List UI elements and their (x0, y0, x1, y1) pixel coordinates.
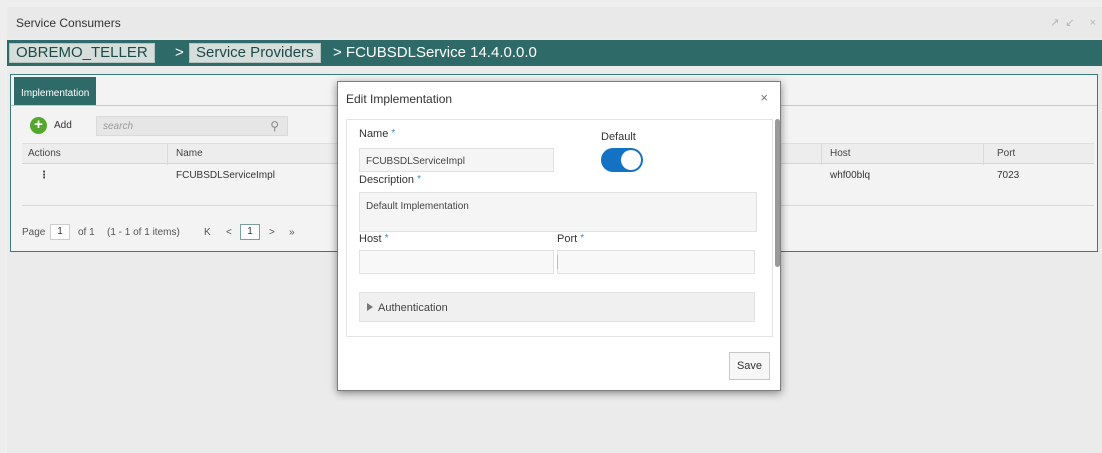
title-bar: Service Consumers ↗↙ × (7, 7, 1102, 37)
name-field[interactable]: FCUBSDLServiceImpl (359, 148, 554, 172)
host-field[interactable] (359, 250, 554, 274)
row-name: FCUBSDLServiceImpl (176, 170, 275, 181)
last-page-button[interactable]: » (289, 227, 295, 238)
add-label: Add (54, 120, 72, 131)
page-count: of 1 (78, 227, 95, 238)
name-label: Name * (359, 128, 396, 140)
save-button[interactable]: Save (729, 352, 770, 380)
search-input[interactable]: search ⚲ (96, 116, 288, 136)
dialog-form: Name * FCUBSDLServiceImpl Default Descri… (346, 119, 773, 337)
column-divider (167, 144, 168, 165)
breadcrumb-separator: > (175, 44, 184, 61)
required-marker: * (417, 174, 421, 185)
search-icon[interactable]: ⚲ (270, 119, 279, 133)
port-label: Port * (557, 233, 585, 245)
column-divider (821, 144, 822, 165)
first-page-button[interactable]: K (204, 227, 211, 238)
page-label: Page (22, 227, 46, 238)
breadcrumb-root[interactable]: OBREMO_TELLER (9, 43, 155, 63)
default-label: Default (601, 131, 636, 143)
add-icon: + (30, 117, 47, 134)
row-host: whf00blq (830, 170, 871, 181)
window-title: Service Consumers (16, 16, 121, 30)
description-field[interactable]: Default Implementation (359, 192, 757, 232)
items-summary: (1 - 1 of 1 items) (107, 227, 180, 238)
column-divider (983, 144, 984, 165)
breadcrumb-service-providers[interactable]: Service Providers (189, 43, 321, 63)
tab-implementation[interactable]: Implementation (14, 77, 97, 105)
dialog-header: Edit Implementation × (338, 82, 780, 115)
column-header-host[interactable]: Host (830, 148, 851, 159)
dialog-title: Edit Implementation (346, 92, 453, 106)
row-port: 7023 (997, 170, 1020, 181)
edit-implementation-dialog: Edit Implementation × Name * FCUBSDLServ… (337, 81, 781, 391)
expand-arrow-icon (367, 303, 373, 311)
toggle-knob (621, 150, 641, 170)
breadcrumb: OBREMO_TELLER > Service Providers > FCUB… (7, 40, 1102, 66)
authentication-section[interactable]: Authentication (359, 292, 755, 322)
description-label: Description * (359, 174, 421, 186)
text-cursor (557, 255, 558, 269)
port-field[interactable] (557, 250, 755, 274)
required-marker: * (580, 233, 585, 244)
required-marker: * (391, 128, 396, 139)
page-number-input[interactable]: 1 (50, 224, 70, 240)
column-header-port[interactable]: Port (997, 148, 1015, 159)
dialog-scrollbar[interactable] (775, 119, 780, 267)
window-controls[interactable]: ↗↙ × (1050, 16, 1102, 29)
current-page-button[interactable]: 1 (240, 224, 260, 240)
breadcrumb-current: > FCUBSDLService 14.4.0.0.0 (333, 44, 537, 61)
required-marker: * (384, 233, 389, 244)
column-header-actions[interactable]: Actions (28, 148, 61, 159)
default-toggle[interactable] (601, 148, 643, 172)
row-actions-menu[interactable]: ⋮ (39, 170, 49, 181)
column-header-name[interactable]: Name (176, 148, 203, 159)
prev-page-button[interactable]: < (226, 227, 232, 238)
search-placeholder: search (103, 121, 134, 132)
host-label: Host * (359, 233, 389, 245)
next-page-button[interactable]: > (269, 227, 275, 238)
close-icon[interactable]: × (760, 90, 768, 105)
authentication-label: Authentication (378, 302, 448, 314)
